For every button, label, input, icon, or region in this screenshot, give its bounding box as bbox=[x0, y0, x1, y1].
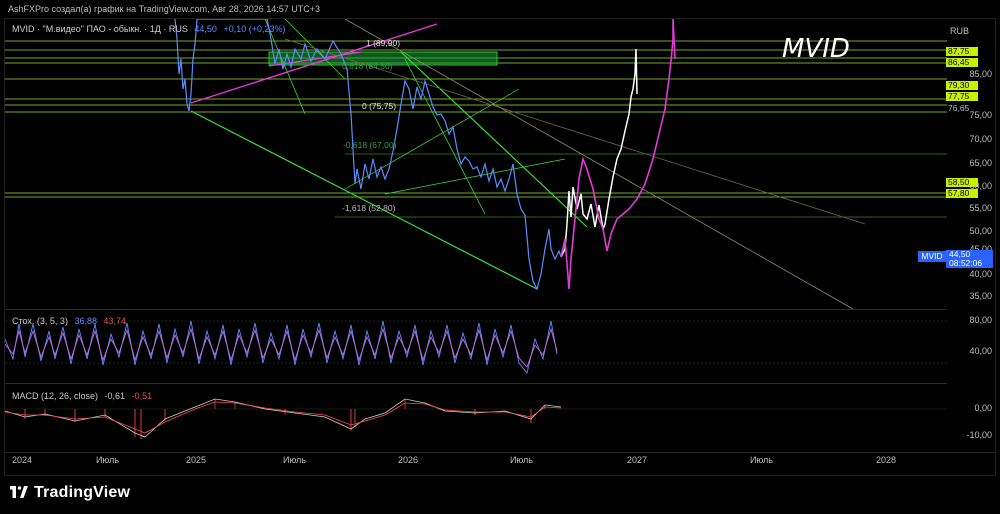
time-label: 2028 bbox=[876, 455, 897, 465]
currency-label[interactable]: RUB bbox=[950, 26, 969, 36]
price-label: 35,00 bbox=[969, 291, 992, 301]
chart-caption: AshFXPro создал(а) график на TradingView… bbox=[8, 4, 321, 14]
price-tag-highlight: 87,75 bbox=[946, 47, 978, 56]
chart-drawing[interactable] bbox=[4, 18, 995, 475]
stochastic-k-line bbox=[4, 320, 558, 375]
pane-divider-1 bbox=[5, 309, 947, 310]
price-label: 70,00 bbox=[969, 134, 992, 144]
macd-value: -0,61 bbox=[104, 391, 126, 401]
price-label-partial: 85,00 bbox=[969, 69, 992, 79]
brand-name: TradingView bbox=[34, 484, 131, 501]
projection-white bbox=[560, 48, 638, 258]
macd-signal-value: -0,51 bbox=[131, 391, 153, 401]
stochastic-d-line bbox=[4, 327, 558, 368]
time-label: Июль bbox=[96, 455, 119, 465]
fib-level-0618: 0,618 (84,50) bbox=[342, 61, 393, 71]
time-label: 2027 bbox=[627, 455, 648, 465]
time-axis-divider bbox=[5, 452, 995, 453]
tradingview-logo-icon bbox=[10, 486, 28, 498]
current-symbol-tag: MVID bbox=[918, 251, 946, 262]
last-price: 44,50 bbox=[194, 24, 217, 34]
stochastic-axis-label: 80,00 bbox=[969, 315, 992, 325]
bar-countdown: 08:52:06 bbox=[949, 258, 983, 268]
price-tag-highlight: 77,75 bbox=[946, 92, 978, 101]
time-label: Июль bbox=[750, 455, 773, 465]
time-label: 2025 bbox=[186, 455, 207, 465]
macd-axis-label: 0,00 bbox=[974, 403, 992, 413]
chart-panel[interactable] bbox=[4, 18, 996, 476]
price-tag-highlight: 57,80 bbox=[946, 189, 978, 198]
stochastic-axis-label: 40,00 bbox=[969, 346, 992, 356]
macd-histogram bbox=[24, 399, 546, 439]
price-tag-highlight: 79,30 bbox=[946, 81, 978, 90]
time-label: Июль bbox=[283, 455, 306, 465]
price-tag-highlight: 86,45 bbox=[946, 58, 978, 67]
price-label: 55,00 bbox=[969, 203, 992, 213]
price-label: 50,00 bbox=[969, 226, 992, 236]
time-label: Июль bbox=[510, 455, 533, 465]
stochastic-d-value: 43,74 bbox=[103, 316, 127, 326]
stochastic-k-value: 36,88 bbox=[74, 316, 97, 326]
chart-screenshot: AshFXPro создал(а) график на TradingView… bbox=[0, 0, 1000, 514]
macd-axis-label: -10,00 bbox=[966, 430, 992, 440]
overlay-title: MVID bbox=[782, 34, 850, 64]
fib-level-m1618: -1,618 (52,80) bbox=[342, 203, 396, 213]
horizontal-levels bbox=[5, 40, 947, 218]
fib-level-0: 0 (75,75) bbox=[362, 101, 397, 111]
macd-name[interactable]: MACD (12, 26, close) bbox=[12, 391, 98, 401]
fib-level-1: 1 (89,90) bbox=[366, 38, 401, 48]
price-change: +0,10 (+0,23%) bbox=[223, 24, 286, 34]
stochastic-name[interactable]: Стох. (3, 5, 3) bbox=[12, 316, 68, 326]
time-label: 2026 bbox=[398, 455, 419, 465]
price-label: 65,00 bbox=[969, 158, 992, 168]
stochastic-legend[interactable]: Стох. (3, 5, 3) 36,88 43,74 bbox=[12, 316, 130, 326]
time-label: 2024 bbox=[12, 455, 33, 465]
macd-signal-line bbox=[4, 401, 562, 434]
macd-legend[interactable]: MACD (12, 26, close) -0,61 -0,51 bbox=[12, 391, 156, 401]
fib-level-m0618: -0,618 (67,00) bbox=[343, 140, 397, 150]
price-tag-highlight: 58,50 bbox=[946, 178, 978, 187]
price-tag-highlight: 76,65 bbox=[948, 103, 970, 113]
current-price-tag: 44,50 08:52:06 bbox=[946, 250, 993, 268]
symbol-title[interactable]: MVID · "М.видео" ПАО - обыкн. · 1Д · RUS bbox=[12, 24, 188, 34]
pane-divider-2 bbox=[5, 383, 947, 384]
main-legend[interactable]: MVID · "М.видео" ПАО - обыкн. · 1Д · RUS… bbox=[12, 24, 289, 34]
tradingview-brand[interactable]: TradingView bbox=[10, 484, 130, 502]
price-label: 40,00 bbox=[969, 269, 992, 279]
